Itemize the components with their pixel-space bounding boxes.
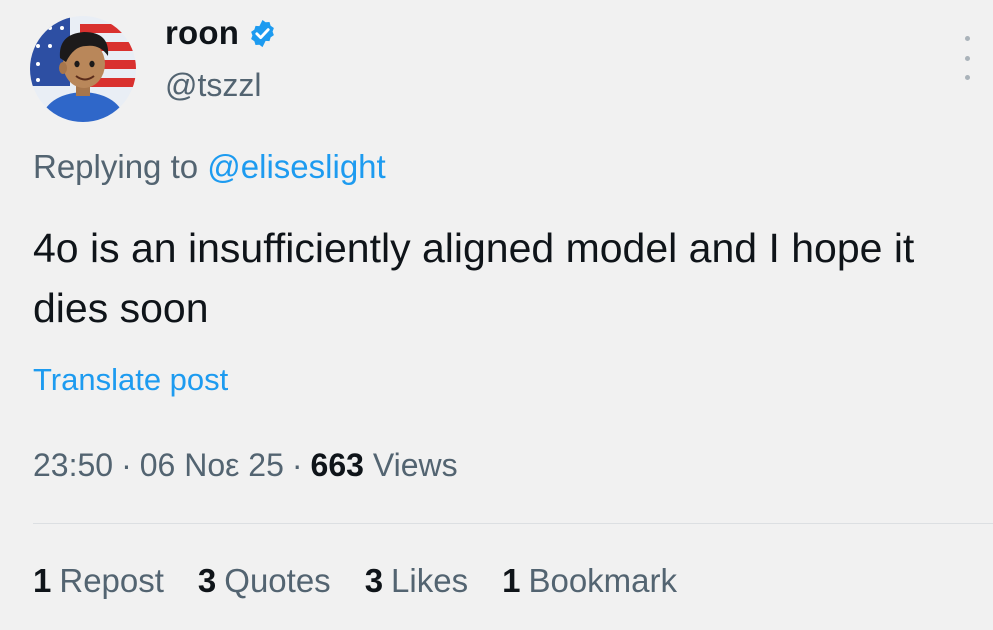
views-count: 663 xyxy=(310,447,364,483)
replying-to-line: Replying to @eliseslight xyxy=(33,148,386,186)
views-label: Views xyxy=(372,447,458,483)
post-metadata: 23:50 · 06 Noε 25 · 663 Views xyxy=(33,447,458,484)
author-handle[interactable]: @tszzl xyxy=(165,67,261,104)
meta-separator: · xyxy=(121,447,132,483)
more-dot-icon xyxy=(964,55,970,61)
avatar-image xyxy=(30,16,136,122)
likes-label: Likes xyxy=(391,562,469,599)
more-dot-icon xyxy=(964,36,970,41)
more-options-button[interactable] xyxy=(957,36,977,80)
bookmarks-stat[interactable]: 1 Bookmark xyxy=(502,562,677,600)
quotes-stat[interactable]: 3 Quotes xyxy=(198,562,331,600)
quotes-count: 3 xyxy=(197,562,217,599)
meta-separator: · xyxy=(291,447,303,483)
avatar[interactable] xyxy=(30,16,136,122)
engagement-stats: 1 Repost 3 Quotes 3 Likes 1 Bookmark xyxy=(33,562,677,600)
tweet-detail: roon @tszzl Replying to @eliseslight 4o … xyxy=(0,0,993,630)
divider xyxy=(33,523,993,524)
reposts-stat[interactable]: 1 Repost xyxy=(33,562,164,600)
author-name-row: roon xyxy=(165,14,278,52)
likes-stat[interactable]: 3 Likes xyxy=(365,562,468,600)
translate-post-link[interactable]: Translate post xyxy=(33,362,228,398)
post-time[interactable]: 23:50 xyxy=(33,447,113,483)
likes-count: 3 xyxy=(364,562,384,599)
verified-badge-icon[interactable] xyxy=(247,18,278,49)
quotes-label: Quotes xyxy=(224,562,331,599)
author-display-name[interactable]: roon xyxy=(165,14,239,52)
bookmarks-label: Bookmark xyxy=(528,562,678,599)
more-dot-icon xyxy=(964,75,970,80)
post-date[interactable]: 06 Noε 25 xyxy=(140,447,284,483)
reposts-count: 1 xyxy=(33,562,52,599)
bookmarks-count: 1 xyxy=(502,562,521,599)
replying-to-label: Replying to xyxy=(33,148,199,185)
replying-to-mention-link[interactable]: @eliseslight xyxy=(207,148,385,185)
reposts-label: Repost xyxy=(59,562,164,599)
post-text: 4o is an insufficiently aligned model an… xyxy=(33,225,915,331)
